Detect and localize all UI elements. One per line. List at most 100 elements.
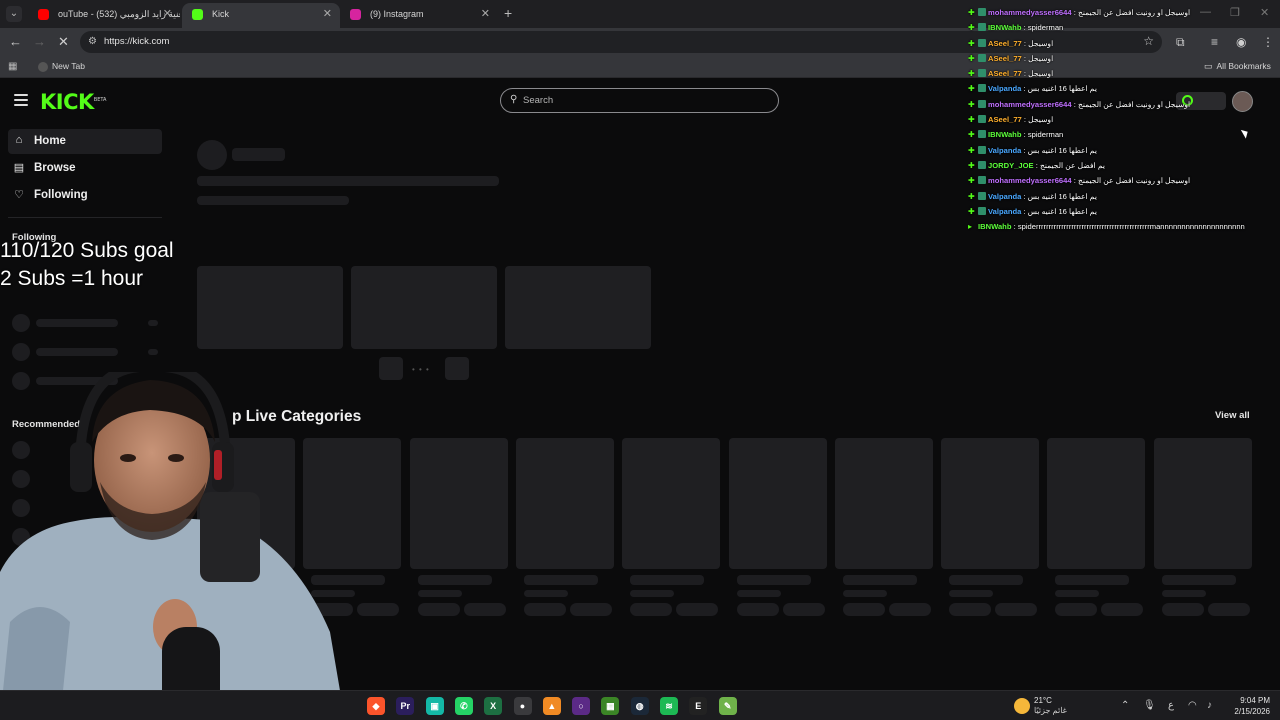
volume-icon[interactable]: ♪ (1207, 700, 1212, 711)
search-input[interactable] (523, 93, 763, 108)
chat-text: يم اعطها 16 اغنيه بس (1027, 145, 1097, 155)
chat-text: يم اعطها 16 اغنيه بس (1027, 206, 1097, 216)
chat-username[interactable]: Valpanda (988, 146, 1021, 155)
tab-youtube[interactable]: ouTube - اغنية زايد الزومبي (532) ✕ (28, 3, 180, 28)
sub-badge-icon (978, 69, 986, 78)
language-indicator[interactable]: ع (1168, 700, 1174, 711)
apps-grid-icon[interactable]: ▦ (8, 61, 17, 72)
chat-message: ✚ ASeel_77 : اوسيجل (968, 66, 1274, 81)
category-card-skeleton (1153, 438, 1252, 569)
chrome-icon[interactable]: ● (513, 697, 532, 715)
weather-desc: غائم جزئيًا (1034, 706, 1067, 715)
badge-icon: ✚ (968, 176, 975, 186)
close-icon[interactable]: ✕ (163, 3, 172, 25)
bookmark-new-tab[interactable]: New Tab (38, 61, 85, 72)
sub-badge-icon (978, 160, 986, 169)
chat-text: spiderman (1027, 130, 1064, 140)
excel-icon[interactable]: X (484, 697, 503, 715)
url-text[interactable]: https://kick.com (104, 36, 169, 47)
chat-username[interactable]: mohammedyasser6644 (988, 176, 1072, 185)
tab-search-button[interactable]: ⌄ (6, 6, 22, 22)
carousel-prev-button[interactable] (379, 357, 403, 380)
skeleton-tag (995, 603, 1038, 616)
notepad-icon[interactable]: ✎ (718, 697, 737, 715)
steam-icon[interactable]: ◍ (630, 697, 649, 715)
chat-username[interactable]: JORDY_JOE (988, 161, 1034, 170)
chat-text: اوسيجل او رونيت افضل عن الجيمنج (1077, 8, 1191, 17)
close-icon[interactable]: ✕ (323, 3, 332, 25)
site-info-icon[interactable]: ⚙ (88, 36, 97, 47)
bookmark-label: New Tab (52, 61, 85, 71)
chat-message: ✚ mohammedyasser6644 : اوسيجل او رونيت اف… (968, 5, 1274, 20)
skeleton-tag (463, 603, 506, 616)
mic-icon[interactable]: 🎙︎ (1143, 700, 1156, 711)
chat-username[interactable]: Valpanda (988, 207, 1021, 216)
browse-icon: ▤ (13, 162, 25, 174)
forward-icon[interactable]: → (33, 34, 46, 49)
sub-badge-icon (978, 145, 986, 154)
chat-username[interactable]: Valpanda (988, 192, 1021, 201)
skeleton-line (1055, 575, 1130, 585)
sidebar-item-browse[interactable]: ▤ Browse (8, 156, 162, 181)
epic-icon[interactable]: E (689, 697, 708, 715)
kick-logo[interactable]: KICKBETA (40, 90, 106, 114)
skeleton-line (417, 575, 492, 585)
skeleton-tag (888, 603, 931, 616)
sidebar-item-home[interactable]: ⌂ Home (8, 129, 162, 154)
view-all-link[interactable]: View all (1215, 410, 1250, 421)
carousel-next-button[interactable] (445, 357, 469, 380)
premiere-icon[interactable]: Pr (396, 697, 415, 715)
chat-username[interactable]: ASeel_77 (988, 115, 1022, 124)
skeleton-line (736, 590, 781, 597)
chat-username[interactable]: mohammedyasser6644 (988, 8, 1072, 17)
chat-message: ✚ mohammedyasser6644 : اوسيجل او رونيت اف… (968, 97, 1274, 112)
chat-username[interactable]: ASeel_77 (988, 54, 1022, 63)
tab-instagram[interactable]: (9) Instagram ✕ (340, 3, 498, 28)
app-icon[interactable]: ▣ (425, 697, 444, 715)
sidebar-item-following[interactable]: ♡ Following (8, 183, 162, 208)
back-icon[interactable]: ← (9, 34, 22, 49)
minecraft-icon[interactable]: ▦ (601, 697, 620, 715)
new-tab-button[interactable]: + (504, 5, 512, 21)
stop-loading-icon[interactable]: ✕ (58, 34, 69, 50)
chat-username[interactable]: Valpanda (988, 84, 1021, 93)
tab-label: ouTube - اغنية زايد الزومبي (532) (58, 9, 180, 19)
chat-text: اوسيجل (1028, 53, 1054, 63)
vlc-icon[interactable]: ▲ (542, 697, 561, 715)
chat-username[interactable]: ASeel_77 (988, 39, 1022, 48)
weather-icon (1014, 698, 1030, 714)
skeleton-line (1055, 590, 1100, 597)
tab-kick[interactable]: Kick ✕ (182, 3, 340, 28)
whatsapp-icon[interactable]: ✆ (454, 697, 473, 715)
sidebar-item-label: Browse (34, 162, 76, 174)
menu-toggle-icon[interactable] (14, 94, 28, 109)
obs-icon[interactable]: ○ (572, 697, 591, 715)
tab-label: Kick (212, 9, 230, 19)
chat-username[interactable]: IBNWahb (978, 222, 1011, 231)
chat-username[interactable]: ASeel_77 (988, 69, 1022, 78)
badge-icon: ✚ (968, 23, 975, 33)
youtube-icon (38, 9, 49, 20)
chat-username[interactable]: IBNWahb (988, 130, 1021, 139)
badge-icon: ✚ (968, 145, 975, 155)
search-icon: ⚲ (510, 94, 518, 105)
brave-icon[interactable]: ◆ (367, 697, 385, 715)
skeleton-dot (148, 320, 158, 326)
chat-message: ✚ ASeel_77 : اوسيجل (968, 51, 1274, 66)
sub-badge-icon (978, 176, 986, 185)
badge-icon: ✚ (968, 191, 975, 201)
skeleton-tag (949, 603, 992, 616)
sidebar-item-label: Home (34, 135, 66, 147)
skeleton-tag (417, 603, 460, 616)
chat-username[interactable]: IBNWahb (988, 23, 1021, 32)
chat-username[interactable]: mohammedyasser6644 (988, 100, 1072, 109)
chat-message: ✚ JORDY_JOE : يم افضل عن الجيمنج (968, 158, 1274, 173)
tray-chevron-icon[interactable]: ⌃ (1121, 700, 1129, 711)
close-icon[interactable]: ✕ (481, 3, 490, 25)
spotify-icon[interactable]: ≋ (660, 697, 678, 715)
clock[interactable]: 9:04 PM 2/15/2026 (1226, 695, 1270, 717)
wifi-icon[interactable]: ◠ (1188, 700, 1197, 711)
chat-message: ✚ IBNWahb : spiderman (968, 20, 1274, 35)
search-bar[interactable]: ⚲ (500, 88, 779, 113)
badge-icon: ✚ (968, 99, 975, 109)
